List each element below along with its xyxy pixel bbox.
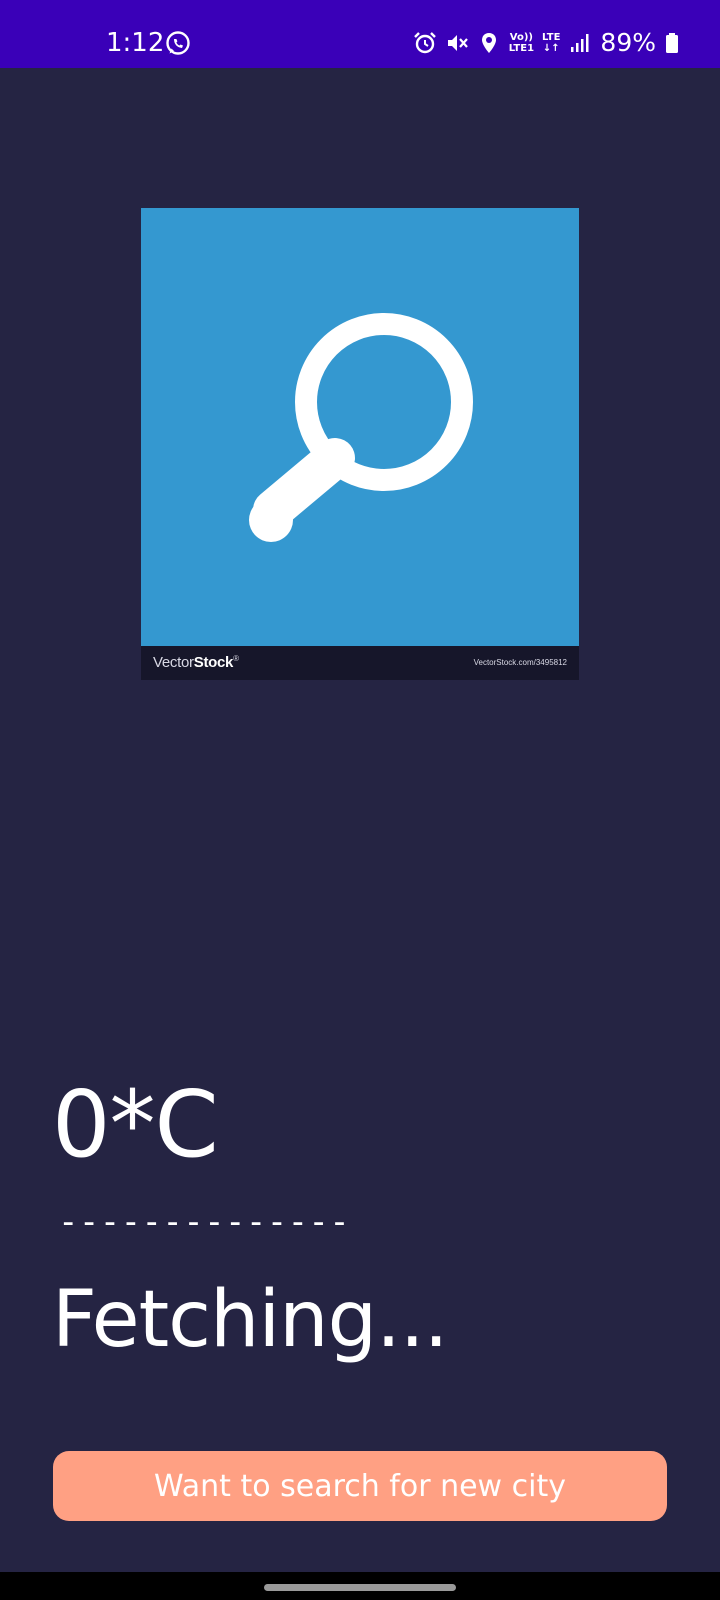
- battery-percentage: 89%: [600, 28, 656, 57]
- search-icon: [249, 313, 473, 542]
- watermark-bar: VectorStock® VectorStock.com/3495812: [141, 646, 579, 680]
- watermark-url: VectorStock.com/3495812: [473, 658, 567, 667]
- temperature-text: 0*C: [52, 1071, 219, 1178]
- data-arrows-label: ↓↑: [542, 43, 560, 54]
- divider-text: --------------: [58, 1202, 351, 1242]
- signal-icon: [568, 31, 592, 55]
- lte-label: LTE: [542, 32, 561, 43]
- whatsapp-icon: [164, 30, 192, 58]
- watermark-logo-light: Vector: [153, 654, 194, 671]
- location-icon: [477, 31, 501, 55]
- watermark-logo: VectorStock®: [153, 654, 239, 671]
- alarm-icon: [413, 31, 437, 55]
- watermark-logo-bold: Stock: [193, 654, 234, 671]
- mute-icon: [445, 31, 469, 55]
- status-icons: Vo)) LTE1 LTE ↓↑ 89%: [413, 26, 680, 60]
- lte1-label: LTE1: [508, 43, 535, 54]
- status-time: 1:12: [106, 28, 165, 58]
- search-new-city-button[interactable]: Want to search for new city: [53, 1451, 667, 1521]
- home-indicator[interactable]: [264, 1584, 456, 1591]
- search-image: VectorStock® VectorStock.com/3495812: [141, 208, 579, 680]
- fetching-status-text: Fetching...: [52, 1275, 448, 1365]
- status-bar: 1:12 Vo)) LTE1 LTE ↓↑ 89%: [0, 0, 720, 68]
- volte-label: Vo)): [509, 32, 533, 43]
- battery-icon: [664, 31, 680, 55]
- lte-indicator: LTE ↓↑: [542, 32, 560, 54]
- volte-indicator: Vo)) LTE1: [509, 32, 534, 54]
- watermark-mark: ®: [233, 654, 239, 663]
